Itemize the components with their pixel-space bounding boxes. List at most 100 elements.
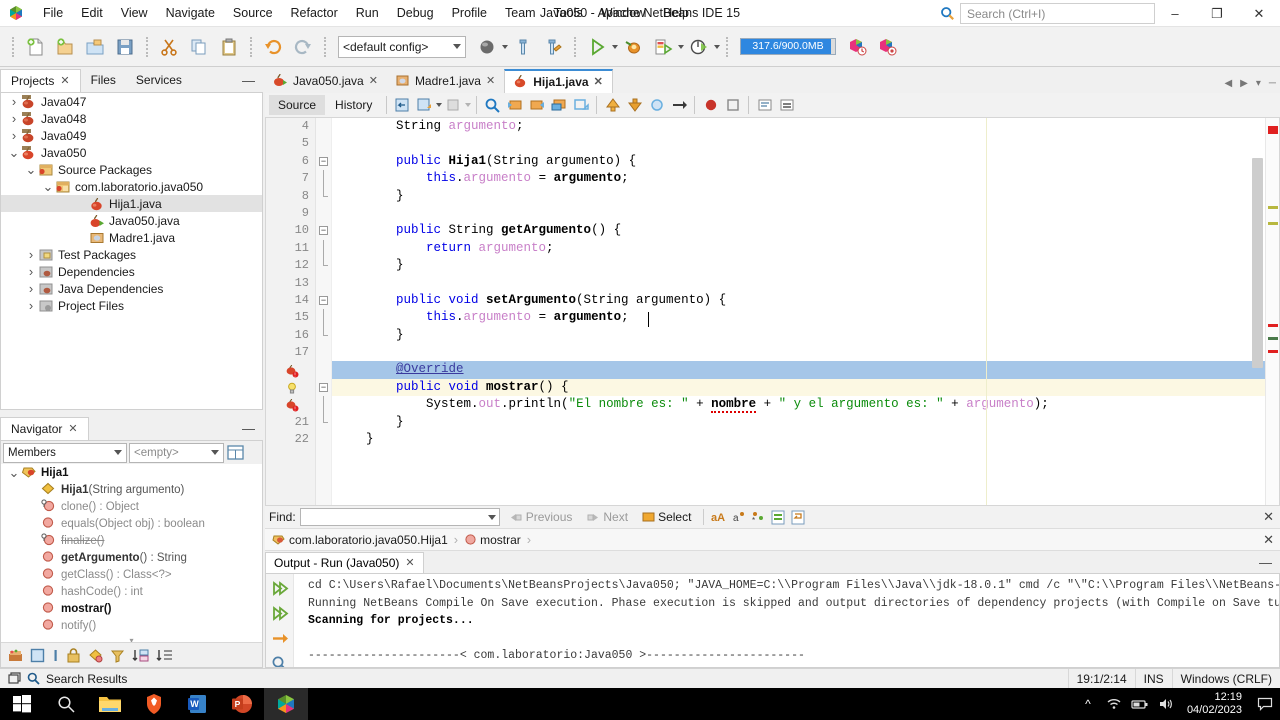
build-dropdown-icon[interactable] bbox=[502, 44, 508, 49]
find-next-button[interactable]: Next bbox=[581, 508, 633, 526]
battery-icon[interactable] bbox=[1127, 688, 1153, 720]
chevron-down-icon[interactable] bbox=[465, 103, 472, 107]
menu-refactor[interactable]: Refactor bbox=[282, 1, 347, 25]
tree-item-java049[interactable]: › Java049 bbox=[1, 127, 262, 144]
previous-error-icon[interactable] bbox=[602, 95, 623, 115]
wifi-icon[interactable] bbox=[1101, 688, 1127, 720]
wrap-around-icon[interactable] bbox=[790, 510, 806, 525]
code-line[interactable]: } bbox=[332, 414, 1265, 431]
code-line[interactable]: } bbox=[332, 188, 1265, 205]
close-breadcrumb-icon[interactable]: ✕ bbox=[1263, 532, 1274, 548]
menu-help[interactable]: Help bbox=[654, 1, 698, 25]
microsoft-powerpoint-icon[interactable]: P bbox=[220, 688, 264, 720]
close-icon[interactable]: ✕ bbox=[60, 74, 69, 87]
tree-item-project-files[interactable]: › Project Files bbox=[1, 297, 262, 314]
code-line[interactable]: public void setArgumento(String argument… bbox=[332, 292, 1265, 309]
chevron-down-icon[interactable] bbox=[487, 514, 496, 520]
scroll-tabs-left-icon[interactable]: ◀ bbox=[1224, 78, 1232, 89]
expand-chevron-right-icon[interactable]: › bbox=[24, 247, 38, 262]
close-icon[interactable]: ✕ bbox=[369, 74, 378, 87]
navigator-member[interactable]: getArgumento() : String bbox=[1, 549, 262, 566]
code-line[interactable]: this.argumento = argumento; bbox=[332, 170, 1265, 187]
match-case-icon[interactable]: aA bbox=[711, 510, 728, 524]
minimize-icon[interactable]: — bbox=[242, 73, 255, 88]
new-project-icon[interactable] bbox=[52, 34, 78, 60]
navigator-member[interactable]: equals(Object obj) : boolean bbox=[1, 515, 262, 532]
notification-icon[interactable] bbox=[1250, 688, 1280, 720]
debug-project-icon[interactable] bbox=[620, 34, 646, 60]
run-project-icon[interactable] bbox=[584, 34, 610, 60]
run-dropdown-icon[interactable] bbox=[612, 44, 618, 49]
code-line[interactable] bbox=[332, 205, 1265, 222]
previous-bookmark-icon[interactable] bbox=[504, 95, 525, 115]
find-input[interactable] bbox=[299, 508, 500, 526]
code-line[interactable] bbox=[332, 344, 1265, 361]
copy-icon[interactable] bbox=[186, 34, 212, 60]
tree-item-dependencies[interactable]: › Dependencies bbox=[1, 263, 262, 280]
editor-tab-hija1[interactable]: Hija1.java ✕ bbox=[504, 69, 613, 93]
expand-chevron-right-icon[interactable]: › bbox=[7, 128, 21, 143]
navigator-scope-select[interactable]: Members bbox=[3, 442, 127, 463]
bookmarks-window-icon[interactable] bbox=[570, 95, 591, 115]
expand-chevron-right-icon[interactable]: › bbox=[24, 281, 38, 296]
expand-chevron-down-icon[interactable]: ⌄ bbox=[7, 466, 21, 479]
show-static-icon[interactable] bbox=[87, 647, 104, 664]
stripe-occurrence-1[interactable] bbox=[1268, 206, 1278, 209]
code-line[interactable]: } bbox=[332, 327, 1265, 344]
stripe-error-2[interactable] bbox=[1268, 350, 1278, 353]
navigator-member[interactable]: mostrar() bbox=[1, 600, 262, 617]
sort-by-source-icon[interactable] bbox=[7, 647, 24, 664]
search-results-label[interactable]: Search Results bbox=[46, 672, 127, 686]
code-line[interactable]: } bbox=[332, 431, 1265, 448]
breadcrumb-method[interactable]: mostrar bbox=[480, 533, 521, 547]
rerun-icon[interactable] bbox=[269, 577, 291, 599]
close-find-bar-icon[interactable]: ✕ bbox=[1263, 509, 1274, 525]
navigator-members-list[interactable]: ⌄ Hija1 Hija1(String argumento) clone() : O… bbox=[1, 464, 262, 642]
cut-icon[interactable] bbox=[156, 34, 182, 60]
editor-tab-madre1[interactable]: Madre1.java ✕ bbox=[387, 69, 504, 93]
debug-dropdown-icon[interactable] bbox=[678, 44, 684, 49]
editor-scrollbar-thumb[interactable] bbox=[1252, 158, 1263, 368]
projects-tree[interactable]: › Java047 › Java048 › Java049 ⌄ Java050 ⌄ Source … bbox=[0, 92, 263, 410]
taskbar-clock[interactable]: 12:19 04/02/2023 bbox=[1179, 691, 1250, 717]
code-line[interactable]: return argumento; bbox=[332, 240, 1265, 257]
sort-alpha-icon[interactable] bbox=[131, 647, 150, 664]
navigator-member[interactable]: ⌄ Hija1 bbox=[1, 464, 262, 481]
menu-profile[interactable]: Profile bbox=[443, 1, 496, 25]
navigator-member[interactable]: getClass() : Class<?> bbox=[1, 566, 262, 583]
fold-collapse-icon[interactable]: − bbox=[319, 226, 328, 236]
code-folding-column[interactable]: − − − − bbox=[316, 118, 332, 505]
global-search[interactable]: Search (Ctrl+I) bbox=[940, 3, 1155, 24]
stripe-occurrence-2[interactable] bbox=[1268, 222, 1278, 225]
code-line[interactable]: public void mostrar() { bbox=[332, 378, 1265, 397]
show-non-public-icon[interactable] bbox=[65, 647, 82, 664]
close-button[interactable]: ✕ bbox=[1238, 0, 1280, 27]
tab-list-icon[interactable]: ▾ bbox=[1256, 78, 1261, 89]
forward-icon[interactable] bbox=[443, 95, 464, 115]
expand-chevron-down-icon[interactable]: ⌄ bbox=[41, 180, 55, 193]
project-config-select[interactable]: <default config> bbox=[338, 35, 466, 58]
code-line[interactable]: this.argumento = argumento; bbox=[332, 309, 1265, 326]
toggle-bookmark-icon[interactable] bbox=[548, 95, 569, 115]
tab-projects[interactable]: Projects ✕ bbox=[0, 69, 81, 92]
tab-navigator[interactable]: Navigator ✕ bbox=[0, 417, 89, 440]
stripe-warning-1[interactable] bbox=[1268, 337, 1278, 340]
tree-item-com-laboratorio-java050[interactable]: ⌄ com.laboratorio.java050 bbox=[1, 178, 262, 195]
new-watch-icon[interactable] bbox=[722, 95, 743, 115]
menu-view[interactable]: View bbox=[112, 1, 157, 25]
error-badge-icon[interactable]: ! bbox=[269, 396, 315, 413]
find-selection-icon[interactable] bbox=[482, 95, 503, 115]
close-icon[interactable]: ✕ bbox=[594, 75, 603, 88]
code-editor[interactable]: 4 5 6 7 8 9 10 11 12 13 14 15 16 17!! 21 22 − − − − String… bbox=[265, 118, 1280, 506]
find-previous-button[interactable]: Previous bbox=[504, 508, 578, 526]
navigator-member[interactable]: finalize() bbox=[1, 532, 262, 549]
team-history-icon[interactable] bbox=[844, 34, 870, 60]
clean-and-build-icon[interactable] bbox=[540, 34, 566, 60]
menu-team[interactable]: Team bbox=[496, 1, 545, 25]
whole-words-icon[interactable]: a bbox=[732, 510, 747, 524]
tree-item-java050[interactable]: ⌄ Java050 bbox=[1, 144, 262, 161]
navigator-member[interactable]: Hija1(String argumento) bbox=[1, 481, 262, 498]
tree-item-source-packages[interactable]: ⌄ Source Packages bbox=[1, 161, 262, 178]
open-project-icon[interactable] bbox=[82, 34, 108, 60]
tab-files[interactable]: Files bbox=[81, 69, 126, 92]
